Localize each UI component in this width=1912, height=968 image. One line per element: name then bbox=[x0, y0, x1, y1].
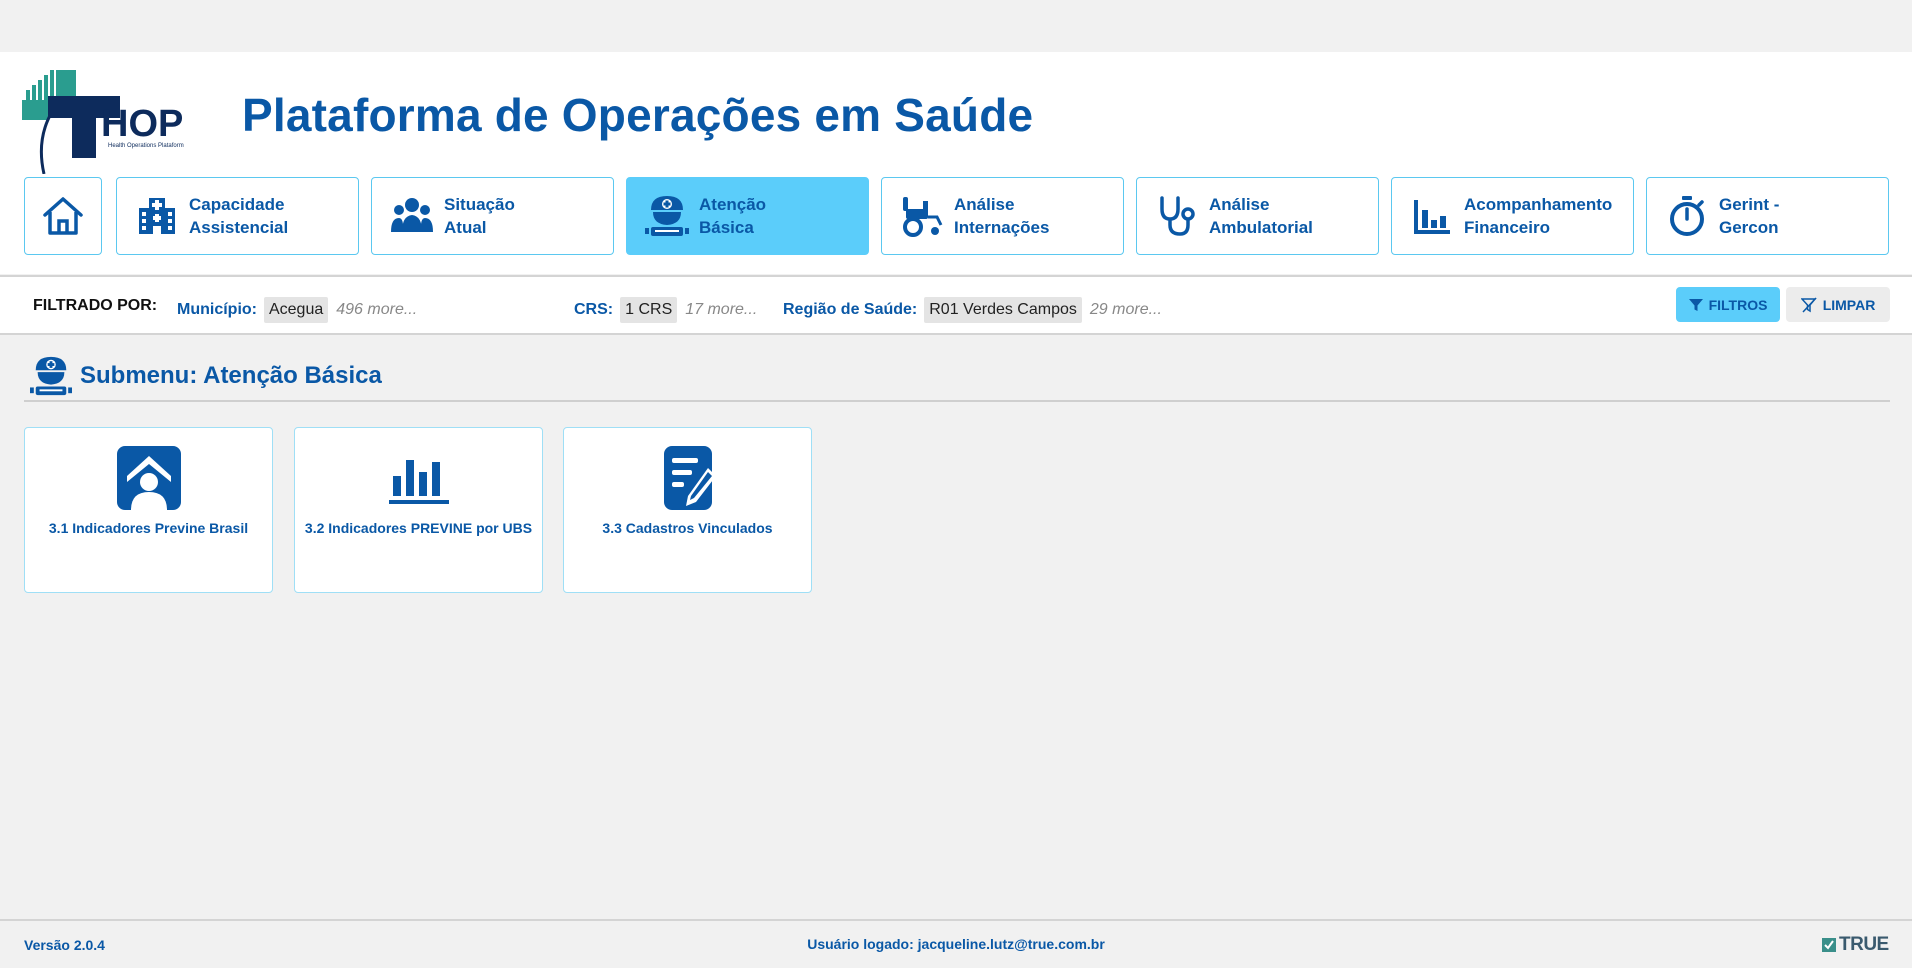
nav-label: Gerint - Gercon bbox=[1719, 195, 1780, 237]
divider bbox=[0, 333, 1912, 335]
filtros-label: FILTROS bbox=[1708, 296, 1768, 313]
nav-label: Situação Atual bbox=[444, 195, 515, 237]
logged-user: Usuário logado: jacqueline.lutz@true.com… bbox=[807, 936, 1105, 952]
bar-chart-icon bbox=[387, 446, 451, 510]
filter-chip[interactable]: R01 Verdes Campos bbox=[924, 297, 1082, 323]
nav-capacidade-assistencial[interactable]: Capacidade Assistencial bbox=[116, 177, 359, 255]
filter-crs[interactable]: CRS: 1 CRS 17 more... bbox=[574, 297, 757, 323]
nav-gerint-gercon[interactable]: Gerint - Gercon bbox=[1646, 177, 1889, 255]
home-button[interactable] bbox=[24, 177, 102, 255]
filter-title: FILTRADO POR: bbox=[33, 297, 158, 314]
filter-chip[interactable]: 1 CRS bbox=[620, 297, 678, 323]
nav-analise-ambulatorial[interactable]: Análise Ambulatorial bbox=[1136, 177, 1379, 255]
filter-more[interactable]: 17 more... bbox=[685, 301, 757, 319]
top-strip bbox=[0, 0, 1912, 52]
person-house-icon bbox=[116, 446, 181, 510]
bar-chart-icon bbox=[1410, 194, 1454, 238]
nav-label: Análise Ambulatorial bbox=[1209, 195, 1313, 237]
nav-atencao-basica[interactable]: Atenção Básica bbox=[626, 177, 869, 255]
card-label: 3.1 Indicadores Previne Brasil bbox=[48, 520, 249, 536]
stethoscope-icon bbox=[1155, 194, 1199, 238]
nav-situacao-atual[interactable]: Situação Atual bbox=[371, 177, 614, 255]
limpar-label: LIMPAR bbox=[1822, 296, 1876, 313]
people-icon bbox=[390, 194, 434, 238]
nurse-icon bbox=[30, 355, 72, 397]
brand-name: TRUE bbox=[1839, 934, 1889, 955]
filter-regiao-saude[interactable]: Região de Saúde: R01 Verdes Campos 29 mo… bbox=[783, 297, 1162, 323]
logo-subtitle: Health Operations Plataform bbox=[108, 143, 184, 149]
nav-label: Acompanhamento Financeiro bbox=[1464, 195, 1613, 237]
filter-more[interactable]: 29 more... bbox=[1090, 301, 1162, 319]
card-label: 3.2 Indicadores PREVINE por UBS bbox=[304, 520, 533, 536]
nav-acompanhamento-financeiro[interactable]: Acompanhamento Financeiro bbox=[1391, 177, 1634, 255]
checkmark-icon bbox=[1822, 938, 1836, 952]
nav-label: Atenção Básica bbox=[699, 195, 767, 237]
filter-municipio[interactable]: Município: Acegua 496 more... bbox=[177, 297, 417, 323]
home-icon bbox=[43, 197, 83, 235]
nav-analise-internacoes[interactable]: Análise Internações bbox=[881, 177, 1124, 255]
logo-text: HOP bbox=[101, 103, 183, 145]
submenu-divider bbox=[24, 400, 1890, 402]
limpar-button[interactable]: LIMPAR bbox=[1786, 287, 1890, 322]
submenu-title: Submenu: Atenção Básica bbox=[80, 362, 382, 389]
stopwatch-icon bbox=[1665, 194, 1709, 238]
true-logo: TRUE bbox=[1822, 934, 1889, 956]
page-title: Plataforma de Operações em Saúde bbox=[242, 89, 1034, 141]
card-label: 3.3 Cadastros Vinculados bbox=[602, 520, 773, 536]
clear-filter-icon bbox=[1800, 296, 1817, 313]
nav-label: Análise Internações bbox=[954, 195, 1050, 237]
hospital-icon bbox=[135, 194, 179, 238]
nurse-icon bbox=[645, 194, 689, 238]
hop-logo[interactable]: HOP Health Operations Plataform bbox=[22, 70, 198, 175]
filtros-button[interactable]: FILTROS bbox=[1676, 287, 1780, 322]
card-indicadores-previne-ubs[interactable]: 3.2 Indicadores PREVINE por UBS bbox=[294, 427, 543, 593]
card-indicadores-previne-brasil[interactable]: 3.1 Indicadores Previne Brasil bbox=[24, 427, 273, 593]
filter-more[interactable]: 496 more... bbox=[336, 301, 417, 319]
nav-label: Capacidade Assistencial bbox=[189, 195, 289, 237]
document-edit-icon bbox=[656, 446, 720, 510]
filter-chip[interactable]: Acegua bbox=[263, 297, 329, 323]
card-cadastros-vinculados[interactable]: 3.3 Cadastros Vinculados bbox=[563, 427, 812, 593]
filter-bar: FILTRADO POR: Município: Acegua 496 more… bbox=[0, 277, 1912, 333]
wheelchair-icon bbox=[900, 194, 944, 238]
hop-logo-mark: HOP Health Operations Plataform bbox=[22, 70, 184, 175]
filter-icon bbox=[1688, 298, 1703, 311]
